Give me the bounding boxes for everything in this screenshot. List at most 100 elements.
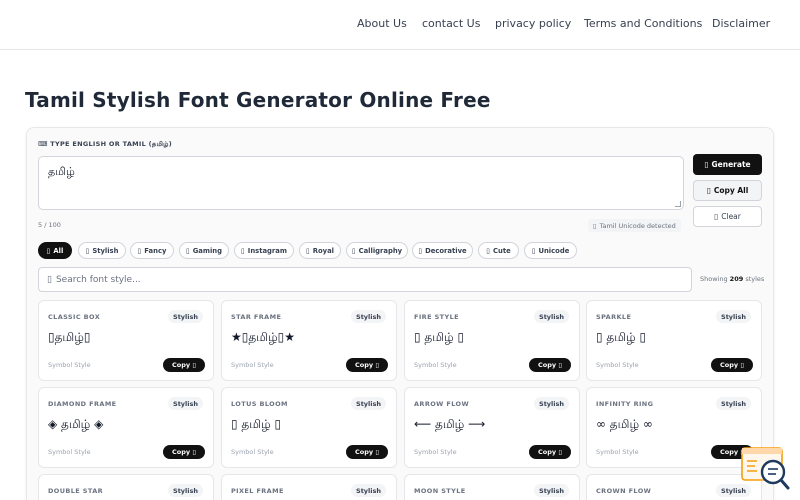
font-sample: ▯ தமிழ் ▯ [414, 330, 465, 344]
generate-icon: ▯ [704, 160, 709, 169]
filter-label: Cute [493, 246, 511, 255]
font-category-tag: Stylish [534, 484, 569, 497]
font-subtitle: Symbol Style [414, 361, 457, 369]
font-subtitle: Symbol Style [414, 448, 457, 456]
filter-icon: ▯ [137, 246, 142, 255]
filter-chip-calligraphy[interactable]: ▯ Calligraphy [346, 242, 408, 259]
filter-label: Unicode [538, 246, 570, 255]
copy-button[interactable]: Copy ▯ [711, 358, 753, 372]
filter-icon: ▯ [185, 246, 190, 255]
page-title: Tamil Stylish Font Generator Online Free [25, 88, 491, 112]
font-sample: ◈ தமிழ் ◈ [48, 417, 104, 431]
showing-count: 209 [729, 275, 744, 283]
font-category-tag: Stylish [168, 310, 203, 323]
font-style-name: INFINITY RING [596, 400, 654, 408]
font-category-tag: Stylish [168, 397, 203, 410]
filter-label: Stylish [92, 246, 119, 255]
filter-label: Instagram [247, 246, 287, 255]
font-style-name: CLASSIC BOX [48, 313, 101, 321]
filter-label: Gaming [192, 246, 223, 255]
font-style-name: STAR FRAME [231, 313, 282, 321]
nav-contact-us-link[interactable]: contact Us [422, 17, 480, 30]
filter-icon: ▯ [486, 246, 491, 255]
copy-button[interactable]: Copy ▯ [346, 445, 388, 459]
font-card: CROWN FLOW Stylish [586, 474, 762, 500]
font-card: FIRE STYLE Stylish ▯ தமிழ் ▯ Symbol Styl… [404, 300, 580, 381]
copy-button[interactable]: Copy ▯ [529, 445, 571, 459]
nav-privacy-policy-link[interactable]: privacy policy [495, 17, 571, 30]
font-card: ARROW FLOW Stylish ⟵ தமிழ் ⟶ Symbol Styl… [404, 387, 580, 468]
copy-all-button[interactable]: ▯ Copy All [693, 180, 762, 201]
font-search-input[interactable]: ▯ Search font style... [38, 267, 692, 292]
help-widget-icon[interactable] [741, 447, 791, 493]
filter-icon: ▯ [531, 246, 536, 255]
filter-icon: ▯ [351, 246, 356, 255]
font-style-name: FIRE STYLE [414, 313, 459, 321]
font-card: DOUBLE STAR Stylish [38, 474, 214, 500]
nav-terms-link[interactable]: Terms and Conditions [584, 17, 702, 30]
copy-button[interactable]: Copy ▯ [529, 358, 571, 372]
copy-button[interactable]: Copy ▯ [346, 358, 388, 372]
text-input-value: தமிழ் [48, 165, 75, 178]
font-card: SPARKLE Stylish ▯ தமிழ் ▯ Symbol Style C… [586, 300, 762, 381]
filter-chip-cute[interactable]: ▯ Cute [478, 242, 519, 259]
filter-chip-gaming[interactable]: ▯ Gaming [179, 242, 229, 259]
font-category-tag: Stylish [351, 484, 386, 497]
filter-chip-all[interactable]: ▯ All [38, 242, 72, 259]
font-card: MOON STYLE Stylish [404, 474, 580, 500]
font-sample: ▯ தமிழ் ▯ [231, 417, 282, 431]
font-category-tag: Stylish [534, 397, 569, 410]
detect-icon: ▯ [593, 221, 597, 230]
font-sample: ∞ தமிழ் ∞ [596, 417, 653, 431]
detect-text: Tamil Unicode detected [599, 221, 676, 230]
clear-button[interactable]: ▯ Clear [693, 206, 762, 227]
copy-button[interactable]: Copy ▯ [163, 445, 205, 459]
filter-chip-stylish[interactable]: ▯ Stylish [78, 242, 126, 259]
text-input[interactable]: தமிழ் [38, 156, 684, 210]
font-sample: ⟵ தமிழ் ⟶ [414, 417, 486, 431]
clear-label: Clear [721, 212, 741, 221]
font-subtitle: Symbol Style [596, 361, 639, 369]
font-card: PIXEL FRAME Stylish [221, 474, 397, 500]
filter-label: Royal [312, 246, 334, 255]
font-style-name: DOUBLE STAR [48, 487, 104, 495]
font-style-name: PIXEL FRAME [231, 487, 284, 495]
font-sample: ▯தமிழ்▯ [48, 330, 91, 344]
results-count: Showing 209 styles [700, 275, 764, 283]
filter-label: All [53, 246, 64, 255]
clear-icon: ▯ [714, 212, 719, 221]
font-style-name: CROWN FLOW [596, 487, 652, 495]
filter-chip-unicode[interactable]: ▯ Unicode [524, 242, 577, 259]
filter-icon: ▯ [241, 246, 245, 255]
font-category-tag: Stylish [351, 310, 386, 323]
copy-all-icon: ▯ [706, 186, 711, 195]
generate-button[interactable]: ▯ Generate [693, 154, 762, 175]
filter-icon: ▯ [46, 246, 51, 255]
showing-prefix: Showing [700, 275, 728, 283]
font-card: STAR FRAME Stylish ★▯தமிழ்▯★ Symbol Styl… [221, 300, 397, 381]
filter-chip-decorative[interactable]: ▯ Decorative [412, 242, 473, 259]
resize-grip-icon[interactable] [675, 201, 681, 207]
filter-icon: ▯ [305, 246, 310, 255]
font-subtitle: Symbol Style [48, 448, 91, 456]
font-card: INFINITY RING Stylish ∞ தமிழ் ∞ Symbol S… [586, 387, 762, 468]
copy-button[interactable]: Copy ▯ [163, 358, 205, 372]
nav-about-us-link[interactable]: About Us [357, 17, 407, 30]
filter-chip-royal[interactable]: ▯ Royal [299, 242, 341, 259]
copy-all-label: Copy All [713, 186, 749, 195]
filter-icon: ▯ [418, 246, 423, 255]
font-subtitle: Symbol Style [231, 361, 274, 369]
unicode-detected-badge: ▯ Tamil Unicode detected [588, 219, 681, 232]
font-category-tag: Stylish [351, 397, 386, 410]
search-placeholder: Search font style... [55, 274, 141, 285]
font-category-tag: Stylish [168, 484, 203, 497]
filter-chip-fancy[interactable]: ▯ Fancy [130, 242, 174, 259]
nav-disclaimer-link[interactable]: Disclaimer [712, 17, 770, 30]
font-style-name: LOTUS BLOOM [231, 400, 288, 408]
generate-label: Generate [711, 160, 751, 169]
font-style-name: DIAMOND FRAME [48, 400, 117, 408]
font-card: DIAMOND FRAME Stylish ◈ தமிழ் ◈ Symbol S… [38, 387, 214, 468]
char-count: 5 / 100 [38, 221, 61, 229]
filter-chip-instagram[interactable]: ▯ Instagram [234, 242, 294, 259]
filter-label: Calligraphy [358, 246, 403, 255]
